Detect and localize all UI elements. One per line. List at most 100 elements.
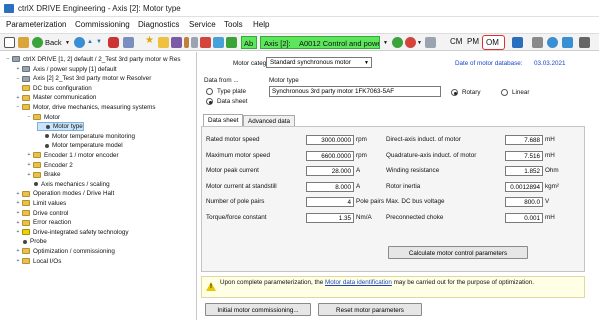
- type-plate-radio[interactable]: [206, 88, 213, 95]
- tree-item[interactable]: + Local I/Os: [15, 257, 62, 266]
- window-icon[interactable]: [579, 37, 590, 48]
- cm-button[interactable]: CM: [450, 37, 462, 46]
- param-value-input[interactable]: 8.000: [306, 181, 354, 192]
- expand-icon[interactable]: +: [15, 66, 21, 72]
- param-value-input[interactable]: 6600.0000: [306, 150, 354, 161]
- menu-service[interactable]: Service: [189, 20, 216, 29]
- pm-button[interactable]: PM: [467, 37, 479, 46]
- drive-icon[interactable]: [191, 37, 198, 48]
- tree-item[interactable]: + Encoder 1 / motor encoder: [26, 151, 119, 160]
- red-tool-icon[interactable]: [200, 37, 211, 48]
- menu-tools[interactable]: Tools: [224, 20, 243, 29]
- tree-item[interactable]: + Operation modes / Drive Halt: [15, 189, 115, 198]
- motor-type-input[interactable]: Synchronous 3rd party motor 1FK7063-5AF: [269, 86, 441, 97]
- tree-item[interactable]: + Brake: [26, 170, 61, 179]
- open-folder-icon[interactable]: [18, 37, 29, 48]
- tree-item[interactable]: DC bus configuration: [15, 84, 92, 93]
- back-dropdown-icon[interactable]: ▼: [65, 40, 70, 46]
- reset-motor-parameters-button[interactable]: Reset motor parameters: [318, 303, 422, 316]
- param-value-input[interactable]: 0.0012894: [505, 181, 543, 192]
- motor-category-select[interactable]: Standard synchronous motor ▼: [266, 57, 372, 68]
- expand-icon[interactable]: +: [15, 210, 21, 216]
- rotary-radio[interactable]: [451, 89, 458, 96]
- param-value-input[interactable]: 4: [306, 197, 354, 207]
- expand-icon[interactable]: +: [15, 95, 21, 101]
- green-tool-icon[interactable]: [226, 37, 237, 48]
- tree-item-selected[interactable]: Motor type: [37, 122, 84, 132]
- calculate-motor-control-button[interactable]: Calculate motor control parameters: [388, 246, 528, 259]
- grid-icon[interactable]: [512, 37, 523, 48]
- expand-icon[interactable]: +: [15, 200, 21, 206]
- param-value-input[interactable]: 3000.0000: [306, 135, 354, 145]
- collapse-icon[interactable]: −: [15, 104, 21, 110]
- home-icon[interactable]: [4, 37, 15, 48]
- expand-icon[interactable]: +: [15, 229, 21, 235]
- scope-icon[interactable]: [171, 37, 182, 48]
- tree-item[interactable]: Axis mechanics / scaling: [26, 180, 110, 189]
- data-sheet-radio[interactable]: [206, 98, 213, 105]
- tree-item[interactable]: + Drive-integrated safety technology: [15, 228, 129, 237]
- expand-icon[interactable]: +: [15, 248, 21, 254]
- project-tree[interactable]: − ctrlX DRIVE [1, 2] default / 2_Test 3rd…: [0, 52, 197, 320]
- menu-commissioning[interactable]: Commissioning: [75, 20, 130, 29]
- favorite-star-icon[interactable]: ★: [145, 35, 154, 46]
- initial-motor-commissioning-button[interactable]: Initial motor commissioning...: [205, 303, 311, 316]
- tree-item[interactable]: + Master communication: [15, 93, 97, 102]
- drive-status-icon[interactable]: [425, 37, 436, 48]
- device-icon[interactable]: [108, 37, 119, 48]
- blue-tool-icon[interactable]: [213, 37, 224, 48]
- tree-item[interactable]: − Motor, drive mechanics, measuring syste…: [15, 103, 156, 112]
- forward-icon[interactable]: [74, 37, 85, 48]
- param-value-input[interactable]: 800.0: [505, 197, 543, 207]
- param-value-input[interactable]: 7.516: [505, 150, 543, 161]
- tree-item[interactable]: − Axis [2] 2_Test 3rd party motor w Resol…: [15, 74, 152, 83]
- expand-icon[interactable]: +: [15, 220, 21, 226]
- param-value-input[interactable]: 1.35: [306, 212, 354, 223]
- menu-diagnostics[interactable]: Diagnostics: [138, 20, 179, 29]
- expand-icon[interactable]: +: [26, 172, 32, 178]
- param-value-input[interactable]: 0.001: [505, 212, 543, 223]
- tree-item[interactable]: Motor temperature monitoring: [37, 132, 135, 141]
- expand-icon[interactable]: +: [15, 258, 21, 264]
- param-value-input[interactable]: 1.852: [505, 166, 543, 176]
- back-button[interactable]: Back: [45, 38, 62, 47]
- tab-advanced-data[interactable]: Advanced data: [243, 115, 296, 126]
- tree-item[interactable]: + Error reaction: [15, 218, 72, 227]
- collapse-icon[interactable]: −: [5, 56, 11, 62]
- param-value-input[interactable]: 7.688: [505, 135, 543, 145]
- stop-icon[interactable]: [405, 37, 416, 48]
- stop-dropdown-icon[interactable]: ▼: [417, 40, 422, 46]
- expand-icon[interactable]: +: [26, 152, 32, 158]
- param-value-input[interactable]: 28.000: [306, 166, 354, 176]
- menu-help[interactable]: Help: [253, 20, 269, 29]
- tab-data-sheet[interactable]: Data sheet: [203, 114, 244, 126]
- axis-dropdown-icon[interactable]: ▼: [383, 40, 388, 46]
- folder-tree-icon[interactable]: [158, 37, 169, 48]
- collapse-icon[interactable]: −: [26, 114, 32, 120]
- tree-item[interactable]: + Axis / power supply [1] default: [15, 65, 117, 74]
- down-arrow-icon[interactable]: ▼: [96, 39, 102, 45]
- menu-parameterization[interactable]: Parameterization: [6, 20, 66, 29]
- linear-radio[interactable]: [501, 89, 508, 96]
- collapse-icon[interactable]: −: [15, 76, 21, 82]
- om-button[interactable]: OM: [482, 35, 505, 50]
- network-icon[interactable]: [123, 37, 134, 48]
- tree-item[interactable]: Probe: [15, 237, 47, 246]
- tree-item[interactable]: + Drive control: [15, 209, 69, 218]
- expand-icon[interactable]: +: [26, 162, 32, 168]
- settings-icon[interactable]: [562, 37, 573, 48]
- back-arrow-icon[interactable]: [32, 37, 43, 48]
- tree-item[interactable]: − Motor: [26, 113, 61, 122]
- ab-indicator[interactable]: Ab: [241, 36, 257, 49]
- monitor-icon[interactable]: [532, 37, 543, 48]
- info-icon[interactable]: [547, 37, 558, 48]
- tree-item[interactable]: + Optimization / commissioning: [15, 247, 115, 256]
- motor-data-identification-link[interactable]: Motor data identification: [325, 279, 392, 286]
- axis-status[interactable]: Axis [2]: A0012 Control and power: [260, 36, 380, 49]
- expand-icon[interactable]: +: [15, 191, 21, 197]
- tools-icon[interactable]: [184, 37, 189, 48]
- enable-icon[interactable]: [392, 37, 403, 48]
- tree-item[interactable]: + Limit values: [15, 199, 67, 208]
- tree-item[interactable]: + Encoder 2: [26, 161, 73, 170]
- tree-item[interactable]: − ctrlX DRIVE [1, 2] default / 2_Test 3rd…: [5, 55, 181, 64]
